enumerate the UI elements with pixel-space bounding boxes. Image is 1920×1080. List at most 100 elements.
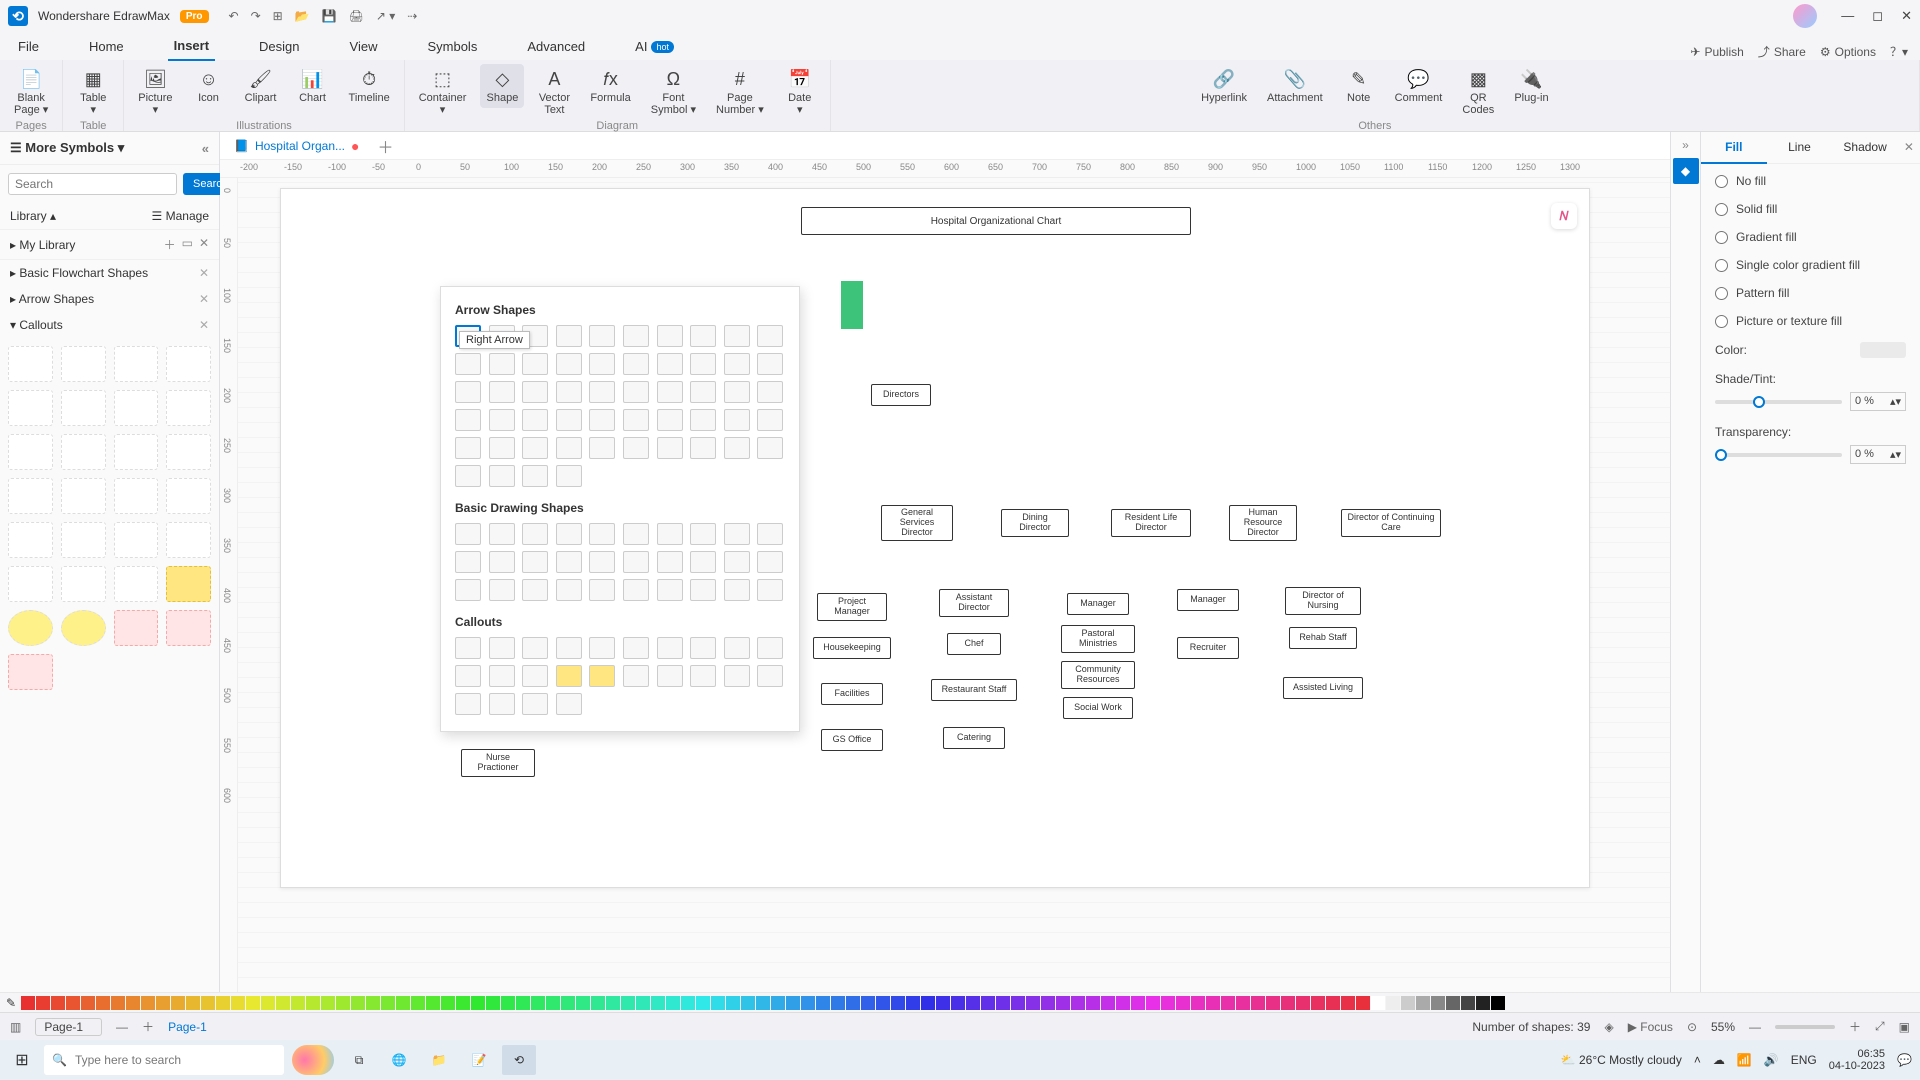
menu-advanced[interactable]: Advanced	[521, 35, 591, 60]
shape-cell[interactable]	[589, 409, 615, 431]
opt-pattern[interactable]: Pattern fill	[1715, 286, 1906, 300]
menu-home[interactable]: Home	[83, 35, 130, 60]
shape-cell[interactable]	[556, 325, 582, 347]
zoom-slider[interactable]	[1775, 1025, 1835, 1029]
shape-cell[interactable]	[556, 381, 582, 403]
shape-cell[interactable]	[556, 665, 582, 687]
shape-cell[interactable]	[455, 437, 481, 459]
shape-cell[interactable]	[489, 551, 515, 573]
node-continuing[interactable]: Director of Continuing Care	[1341, 509, 1441, 537]
section-arrows[interactable]: ▸ Arrow Shapes✕	[0, 286, 219, 312]
node-sw[interactable]: Social Work	[1063, 697, 1133, 719]
edge-icon[interactable]: 🌐	[382, 1045, 416, 1075]
shape-cell[interactable]	[690, 437, 716, 459]
shape-cell[interactable]	[556, 523, 582, 545]
shape-cell[interactable]	[489, 353, 515, 375]
node-general-services[interactable]: General Services Director	[881, 505, 953, 541]
menu-insert[interactable]: Insert	[168, 34, 215, 61]
export-icon[interactable]: ↗ ▾	[376, 9, 395, 23]
shape-cell[interactable]	[657, 437, 683, 459]
shape-cell[interactable]	[623, 325, 649, 347]
shape-cell[interactable]	[724, 409, 750, 431]
tab-fill[interactable]: Fill	[1701, 132, 1767, 164]
ribbon-table[interactable]: ▦Table ▾	[71, 64, 115, 120]
opt-picture[interactable]: Picture or texture fill	[1715, 314, 1906, 328]
page-selector[interactable]: Page-1	[35, 1018, 102, 1036]
minimize-icon[interactable]: —	[1841, 8, 1854, 24]
node-cat[interactable]: Catering	[943, 727, 1005, 749]
shape-cell[interactable]	[522, 551, 548, 573]
shape-cell[interactable]	[657, 579, 683, 601]
shape-cell[interactable]	[522, 381, 548, 403]
ribbon-hyperlink[interactable]: 🔗Hyperlink	[1195, 64, 1253, 108]
shape-cell[interactable]	[724, 665, 750, 687]
shape-cell[interactable]	[724, 353, 750, 375]
shape-cell[interactable]	[556, 437, 582, 459]
shape-cell[interactable]	[623, 409, 649, 431]
node-gs[interactable]: GS Office	[821, 729, 883, 751]
options-button[interactable]: ⚙ Options	[1820, 45, 1876, 59]
shape-cell[interactable]	[757, 551, 783, 573]
user-avatar[interactable]	[1793, 4, 1817, 28]
shape-cell[interactable]	[489, 579, 515, 601]
shape-cell[interactable]	[724, 437, 750, 459]
node-comm[interactable]: Community Resources	[1061, 661, 1135, 689]
page-tab[interactable]: Page-1	[168, 1020, 207, 1034]
node-chef[interactable]: Chef	[947, 633, 1001, 655]
shape-cell[interactable]	[556, 637, 582, 659]
shape-cell[interactable]	[522, 579, 548, 601]
new-icon[interactable]: ⊞	[273, 9, 283, 23]
shade-value[interactable]: 0 %▴▾	[1850, 392, 1906, 411]
node-rec[interactable]: Recruiter	[1177, 637, 1239, 659]
opt-gradient[interactable]: Gradient fill	[1715, 230, 1906, 244]
section-flowchart[interactable]: ▸ Basic Flowchart Shapes✕	[0, 260, 219, 286]
shape-cell[interactable]	[757, 325, 783, 347]
ribbon-comment[interactable]: 💬Comment	[1389, 64, 1449, 108]
weather-widget[interactable]: ⛅ 26°C Mostly cloudy	[1561, 1053, 1682, 1067]
document-tab[interactable]: 📘 Hospital Organ... ●	[226, 135, 367, 157]
ribbon-blank-page[interactable]: 📄Blank Page ▾	[8, 64, 54, 120]
explorer-icon[interactable]: 📁	[422, 1045, 456, 1075]
shape-cell[interactable]	[690, 551, 716, 573]
node-don[interactable]: Director of Nursing	[1285, 587, 1361, 615]
node-rs[interactable]: Restaurant Staff	[931, 679, 1017, 701]
shape-cell[interactable]	[690, 381, 716, 403]
shape-cell[interactable]	[489, 637, 515, 659]
shade-slider[interactable]	[1715, 400, 1842, 404]
taskview-icon[interactable]: ⧉	[342, 1045, 376, 1075]
shape-cell[interactable]	[690, 409, 716, 431]
widgets-icon[interactable]	[292, 1045, 334, 1075]
ribbon-date[interactable]: 📅Date ▾	[778, 64, 822, 120]
shape-cell[interactable]	[522, 465, 548, 487]
help-icon[interactable]: ？▾	[1890, 43, 1908, 60]
shape-cell[interactable]	[690, 665, 716, 687]
shape-cell[interactable]	[522, 353, 548, 375]
canvas[interactable]: 050100150200250300350400450500550600 Hos…	[220, 178, 1670, 992]
node-mgr2[interactable]: Manager	[1177, 589, 1239, 611]
ribbon-note[interactable]: ✎Note	[1337, 64, 1381, 108]
node-pm[interactable]: Project Manager	[817, 593, 887, 621]
shape-cell[interactable]	[757, 381, 783, 403]
shape-cell[interactable]	[589, 637, 615, 659]
shape-cell[interactable]	[589, 353, 615, 375]
shape-cell[interactable]	[556, 465, 582, 487]
shape-cell[interactable]	[657, 665, 683, 687]
language-icon[interactable]: ENG	[1791, 1053, 1817, 1067]
shape-cell[interactable]	[455, 465, 481, 487]
shape-cell[interactable]	[489, 437, 515, 459]
shape-cell[interactable]	[489, 381, 515, 403]
open-icon[interactable]: 📂	[295, 9, 310, 23]
node-hk[interactable]: Housekeeping	[813, 637, 891, 659]
shape-cell[interactable]	[657, 523, 683, 545]
ribbon-qr[interactable]: ▩QR Codes	[1456, 64, 1500, 120]
manage-link[interactable]: ☰ Manage	[152, 209, 209, 223]
shape-cell[interactable]	[657, 409, 683, 431]
taskbar-search[interactable]: 🔍 Type here to search	[44, 1045, 284, 1075]
print-icon[interactable]: 🖨	[349, 9, 364, 23]
shape-cell[interactable]	[589, 523, 615, 545]
collapse-sidebar-icon[interactable]: «	[202, 141, 209, 156]
shape-cell[interactable]	[757, 437, 783, 459]
callout-thumb[interactable]	[8, 346, 53, 382]
tab-line[interactable]: Line	[1767, 132, 1833, 163]
start-button[interactable]: ⊞	[8, 1046, 36, 1074]
